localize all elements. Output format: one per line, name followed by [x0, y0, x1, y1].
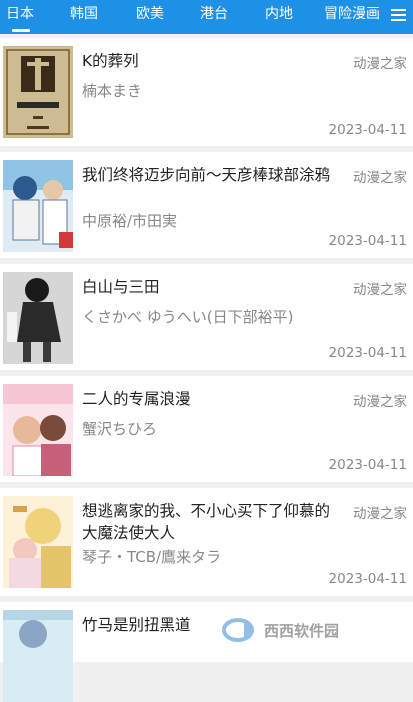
- comic-title: 我们终将迈步向前～天彦棒球部涂鸦: [82, 166, 331, 184]
- list-item[interactable]: 白山与三田 くさかべ ゆうへい(日下部裕平) 动漫之家 2023-04-11: [0, 264, 413, 370]
- comic-source: 动漫之家: [353, 282, 407, 298]
- comic-author: 琴子・TCB/鷹来タラ: [82, 548, 222, 566]
- list-item[interactable]: 想逃离家的我、不小心买下了仰慕的大魔法使大人 琴子・TCB/鷹来タラ 动漫之家 …: [0, 488, 413, 596]
- tab-japan[interactable]: 日本: [6, 0, 34, 30]
- comic-date: 2023-04-11: [328, 457, 407, 473]
- comic-date: 2023-04-11: [328, 345, 407, 361]
- comic-cover: [3, 610, 73, 702]
- comic-title: 想逃离家的我、不小心买下了仰慕的大魔法使大人: [82, 502, 331, 542]
- comic-date: 2023-04-11: [328, 571, 407, 587]
- comic-date: 2023-04-11: [328, 233, 407, 249]
- watermark-text: 西西软件园: [264, 622, 340, 640]
- tab-hk-tw[interactable]: 港台: [200, 0, 228, 30]
- list-item[interactable]: 我们终将迈步向前～天彦棒球部涂鸦 中原裕/市田実 动漫之家 2023-04-11: [0, 152, 413, 258]
- comic-source: 动漫之家: [353, 56, 407, 72]
- tab-mainland[interactable]: 内地: [265, 0, 293, 30]
- comic-source: 动漫之家: [353, 394, 407, 410]
- comic-date: 2023-04-11: [328, 122, 407, 138]
- comic-title: 二人的专属浪漫: [82, 390, 191, 408]
- comic-author: 中原裕/市田実: [82, 212, 178, 230]
- comic-cover: [3, 496, 73, 588]
- hamburger-menu-icon[interactable]: [391, 7, 407, 23]
- comic-cover: [3, 384, 73, 476]
- comic-title: 白山与三田: [82, 278, 160, 296]
- tab-western[interactable]: 欧美: [136, 0, 164, 30]
- list-item[interactable]: K的葬列 楠本まき 动漫之家 2023-04-11: [0, 38, 413, 146]
- comic-cover: [3, 160, 73, 252]
- comic-author: 楠本まき: [82, 82, 143, 100]
- watermark-logo-icon: [222, 618, 254, 642]
- category-tab-bar: 日本 韩国 欧美 港台 内地 冒险漫画: [0, 0, 413, 34]
- tab-korea[interactable]: 韩国: [70, 0, 98, 30]
- comic-title: K的葬列: [82, 52, 139, 70]
- comic-cover: [3, 46, 73, 138]
- active-tab-indicator: [12, 29, 30, 32]
- comic-author: 蟹沢ちひろ: [82, 420, 158, 438]
- comic-cover: [3, 272, 73, 364]
- comic-author: くさかべ ゆうへい(日下部裕平): [82, 308, 294, 326]
- site-watermark: 西西软件园: [222, 618, 412, 642]
- tab-adventure[interactable]: 冒险漫画: [324, 0, 380, 30]
- list-item[interactable]: 二人的专属浪漫 蟹沢ちひろ 动漫之家 2023-04-11: [0, 376, 413, 482]
- comic-source: 动漫之家: [353, 506, 407, 522]
- comic-source: 动漫之家: [353, 170, 407, 186]
